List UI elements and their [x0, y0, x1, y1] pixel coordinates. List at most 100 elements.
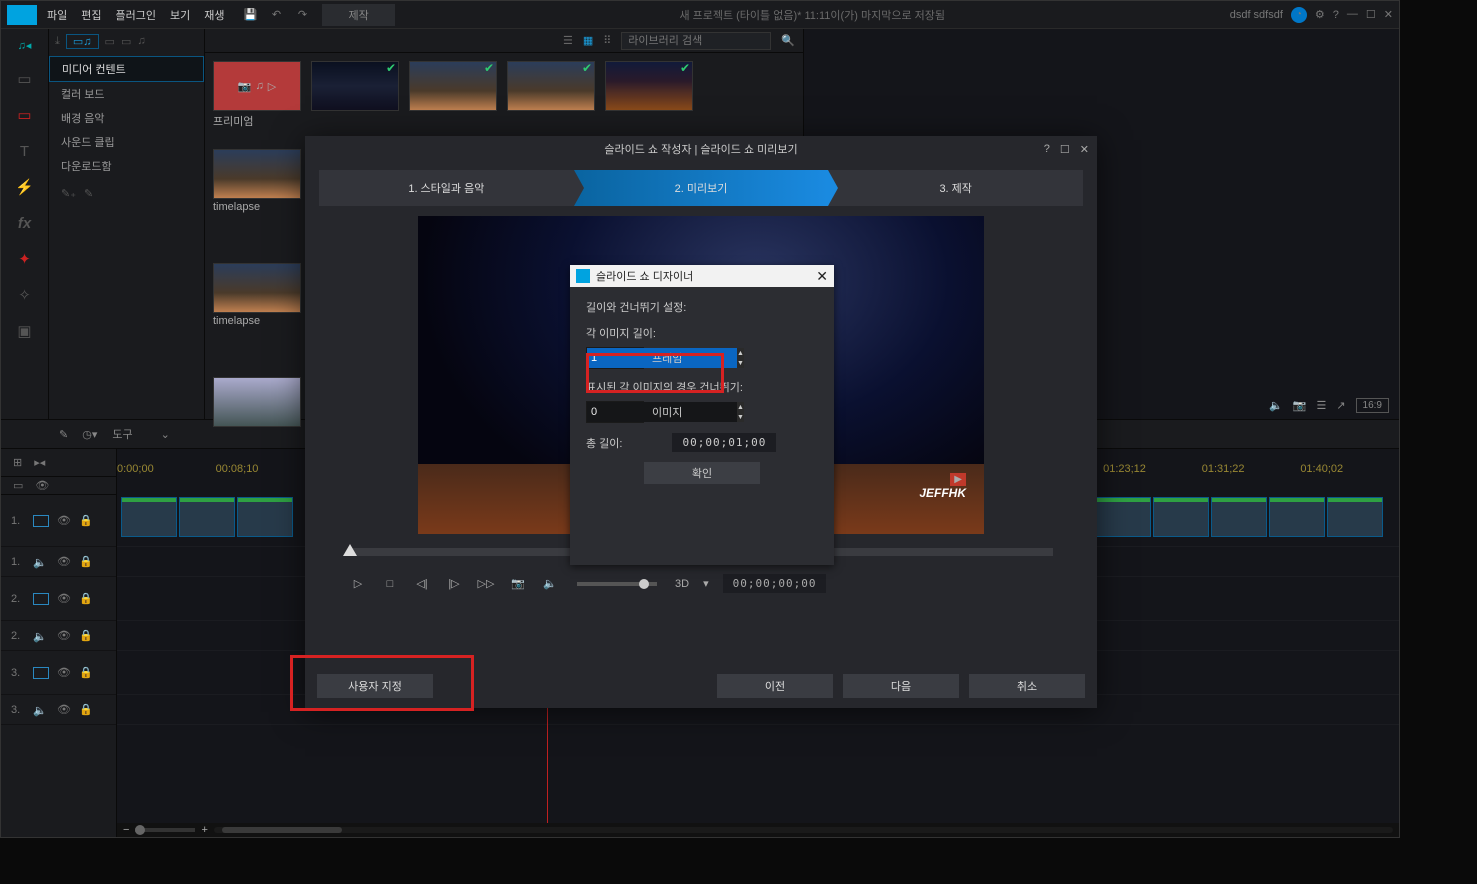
timeline-clip[interactable] — [237, 497, 293, 537]
next-button[interactable]: 다음 — [843, 674, 959, 698]
undo-icon[interactable]: ↶ — [268, 7, 284, 23]
eye-icon[interactable]: 👁 — [57, 592, 71, 605]
text-room-icon[interactable]: T — [13, 139, 37, 163]
lock-icon[interactable]: 🔒 — [79, 666, 93, 679]
menu-play[interactable]: 재생 — [204, 7, 224, 23]
side-item-soundclip[interactable]: 사운드 클립 — [49, 130, 204, 154]
close-icon[interactable]: ✕ — [1384, 8, 1393, 21]
snapshot-icon[interactable]: 📷 — [509, 577, 527, 591]
step-produce[interactable]: 3. 제작 — [828, 170, 1083, 206]
lock-icon[interactable]: 🔒 — [79, 629, 93, 642]
menu-plugin[interactable]: 플러그인 — [116, 7, 156, 23]
next-frame-icon[interactable]: |▷ — [445, 577, 463, 591]
spin-down-icon[interactable]: ▼ — [737, 358, 744, 368]
tag-remove-icon[interactable]: ✎ — [84, 187, 93, 200]
fast-forward-icon[interactable]: ▷▷ — [477, 577, 495, 591]
rail-icon-1[interactable]: ▭ — [13, 67, 37, 91]
user-name[interactable]: dsdf sdfsdf — [1230, 9, 1283, 21]
particle-room-icon[interactable]: ✧ — [13, 283, 37, 307]
track-eye-icon[interactable]: 👁 — [35, 479, 49, 492]
side-item-downloads[interactable]: 다운로드함 — [49, 154, 204, 178]
subtitle-room-icon[interactable]: ▣ — [13, 319, 37, 343]
zoom-in-icon[interactable]: + — [201, 824, 207, 836]
import-icon[interactable]: ⤓ — [55, 35, 60, 48]
fx-room-icon[interactable]: fx — [13, 211, 37, 235]
lock-icon[interactable]: 🔒 — [79, 555, 93, 568]
save-icon[interactable]: 💾 — [242, 7, 258, 23]
slider-handle[interactable] — [343, 544, 357, 556]
custom-button[interactable]: 사용자 지정 — [317, 674, 433, 698]
menu-edit[interactable]: 편집 — [81, 7, 101, 23]
track-header[interactable]: 3.👁🔒 — [1, 651, 116, 695]
scrollbar-thumb[interactable] — [222, 827, 342, 833]
media-card[interactable]: ✔ — [311, 61, 399, 111]
spin-up-icon[interactable]: ▲ — [737, 402, 744, 412]
side-item-media[interactable]: 미디어 컨텐트 — [49, 56, 204, 82]
prev-frame-icon[interactable]: ◁| — [413, 577, 431, 591]
media-room-icon[interactable]: ♫◂ — [5, 35, 45, 55]
timeline-clip[interactable] — [1269, 497, 1325, 537]
media-card[interactable]: ✔ — [605, 61, 693, 111]
play-icon[interactable]: ▷ — [349, 577, 367, 591]
timeline-clip[interactable] — [121, 497, 177, 537]
step-preview[interactable]: 2. 미리보기 — [574, 170, 829, 206]
notification-icon[interactable]: ◔ — [1291, 7, 1307, 23]
dialog-close-icon[interactable]: ✕ — [816, 268, 828, 285]
marker-icon[interactable]: ▸◂ — [34, 456, 45, 469]
aspect-ratio[interactable]: 16:9 — [1356, 398, 1389, 413]
prev-button[interactable]: 이전 — [717, 674, 833, 698]
timeline-clip[interactable] — [1153, 497, 1209, 537]
mute-icon[interactable]: 🔈 — [1269, 399, 1283, 412]
playback-slider[interactable] — [577, 582, 657, 586]
modal-maximize-icon[interactable]: ☐ — [1060, 143, 1070, 156]
produce-button[interactable]: 제작 — [322, 4, 394, 26]
stop-icon[interactable]: □ — [381, 577, 399, 591]
ok-button[interactable]: 확인 — [644, 462, 760, 484]
snap-icon[interactable]: ⊞ — [13, 456, 22, 469]
media-card[interactable] — [213, 377, 301, 427]
eraser-icon[interactable]: ✎ — [59, 428, 68, 441]
settings-icon[interactable]: ⚙ — [1315, 8, 1325, 21]
timeline-clip[interactable] — [1211, 497, 1267, 537]
track-header[interactable]: 1.🔈👁🔒 — [1, 547, 116, 577]
volume-icon[interactable]: 🔈 — [541, 577, 559, 591]
cancel-button[interactable]: 취소 — [969, 674, 1085, 698]
snapshot-icon[interactable]: 📷 — [1293, 399, 1307, 412]
modal-help-icon[interactable]: ? — [1044, 143, 1050, 156]
view-detail-icon[interactable]: ⠿ — [603, 34, 611, 47]
side-tab-4[interactable]: ♫ — [137, 35, 145, 47]
rail-icon-2[interactable]: ▭ — [13, 103, 37, 127]
tools-dropdown[interactable]: 도구⌄ — [111, 425, 170, 443]
library-search-input[interactable] — [621, 32, 771, 50]
media-card[interactable] — [213, 263, 301, 313]
timeline-scrollbar[interactable]: − + — [117, 823, 1399, 837]
help-icon[interactable]: ? — [1333, 9, 1339, 21]
menu-view[interactable]: 보기 — [170, 7, 190, 23]
preview-settings-icon[interactable]: ☰ — [1316, 399, 1326, 412]
zoom-out-icon[interactable]: − — [123, 824, 129, 836]
eye-icon[interactable]: 👁 — [57, 703, 71, 716]
minimize-icon[interactable]: — — [1347, 8, 1358, 21]
track-expand-icon[interactable]: ▭ — [13, 479, 23, 492]
media-card[interactable] — [213, 149, 301, 199]
track-header[interactable]: 1.👁🔒 — [1, 495, 116, 547]
timeline-clip[interactable] — [179, 497, 235, 537]
menu-file[interactable]: 파일 — [47, 7, 67, 23]
popout-icon[interactable]: ↗ — [1336, 399, 1345, 412]
track-header[interactable]: 3.🔈👁🔒 — [1, 695, 116, 725]
track-header[interactable]: 2.👁🔒 — [1, 577, 116, 621]
side-item-bgm[interactable]: 배경 음악 — [49, 106, 204, 130]
lock-icon[interactable]: 🔒 — [79, 703, 93, 716]
lock-icon[interactable]: 🔒 — [79, 514, 93, 527]
spin-up-icon[interactable]: ▲ — [737, 348, 744, 358]
side-tab-2[interactable]: ▭ — [105, 35, 115, 48]
lock-icon[interactable]: 🔒 — [79, 592, 93, 605]
pip-room-icon[interactable]: ✦ — [13, 247, 37, 271]
eye-icon[interactable]: 👁 — [57, 666, 71, 679]
side-item-colorboard[interactable]: 컬러 보드 — [49, 82, 204, 106]
media-card[interactable]: ✔ — [507, 61, 595, 111]
modal-close-icon[interactable]: ✕ — [1080, 143, 1089, 156]
eye-icon[interactable]: 👁 — [57, 555, 71, 568]
premium-card[interactable]: 📷♫▷ — [213, 61, 301, 111]
tag-add-icon[interactable]: ✎₊ — [61, 187, 76, 200]
